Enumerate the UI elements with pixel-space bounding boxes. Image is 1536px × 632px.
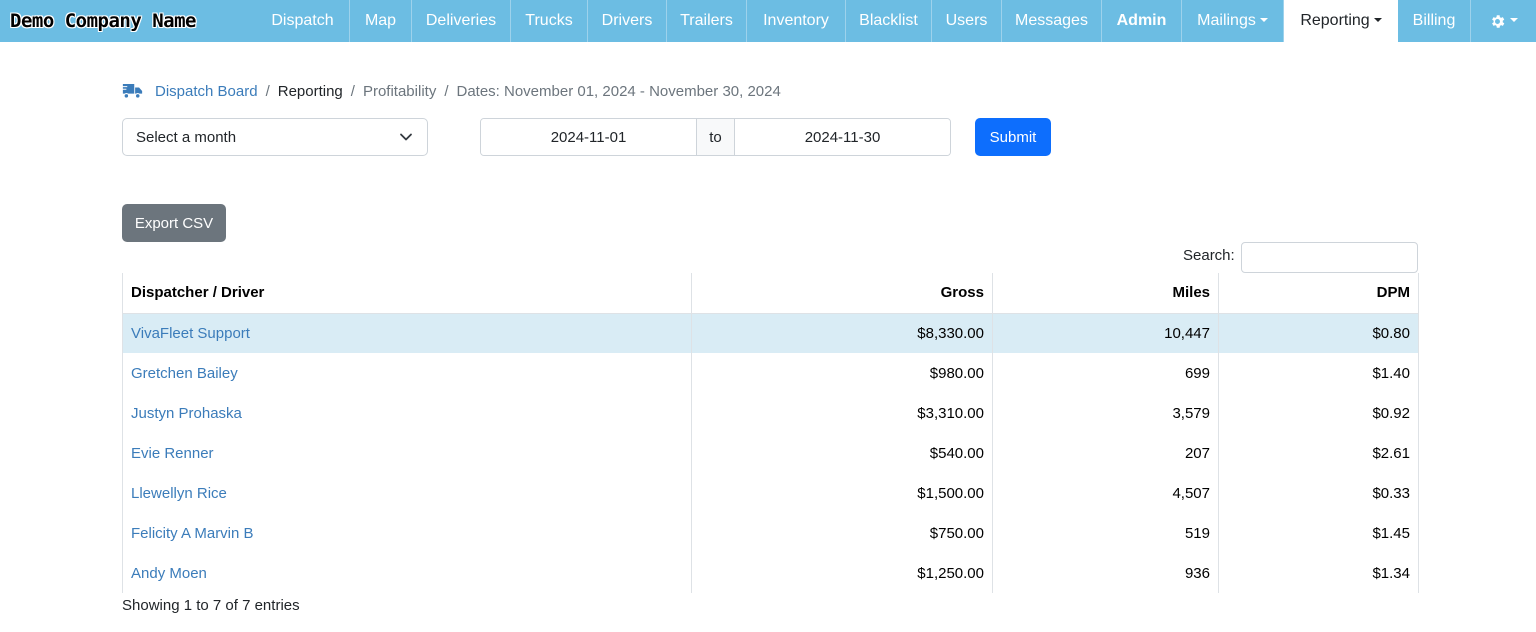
settings-dropdown[interactable] <box>1471 0 1535 42</box>
nav-map-label: Map <box>364 12 397 29</box>
profitability-table: Dispatcher / Driver Gross Miles DPM Viva… <box>122 273 1419 593</box>
driver-link[interactable]: Llewellyn Rice <box>122 473 692 513</box>
nav-drivers[interactable]: Drivers <box>588 0 667 42</box>
caret-down-icon <box>1259 18 1268 22</box>
table-row: Felicity A Marvin B $750.00 519 $1.45 <box>122 513 1419 553</box>
nav-admin-label: Admin <box>1116 12 1167 29</box>
nav-reporting-label: Reporting <box>1300 12 1370 29</box>
breadcrumb-dispatch-board-link[interactable]: Dispatch Board <box>155 83 258 100</box>
month-select-value: Select a month <box>136 128 237 146</box>
miles-cell: 519 <box>992 513 1219 553</box>
table-row: Gretchen Bailey $980.00 699 $1.40 <box>122 353 1419 393</box>
nav-users-label: Users <box>945 12 988 29</box>
column-header-dpm[interactable]: DPM <box>1218 273 1419 314</box>
nav-reporting-dropdown[interactable]: Reporting <box>1284 0 1398 42</box>
nav-trucks-label: Trucks <box>525 12 573 29</box>
chevron-down-icon <box>399 129 413 146</box>
gross-cell: $980.00 <box>691 353 993 393</box>
nav-blacklist-label: Blacklist <box>859 12 918 29</box>
dpm-cell: $2.61 <box>1218 433 1419 473</box>
end-date-input[interactable]: 2024-11-30 <box>735 119 950 155</box>
driver-link[interactable]: Gretchen Bailey <box>122 353 692 393</box>
dpm-cell: $0.80 <box>1218 313 1419 353</box>
breadcrumb-reporting: Reporting <box>277 82 343 100</box>
column-header-gross[interactable]: Gross <box>691 273 993 314</box>
nav-dispatch-label: Dispatch <box>271 12 334 29</box>
driver-link[interactable]: Andy Moen <box>122 553 692 593</box>
nav-users[interactable]: Users <box>932 0 1002 42</box>
nav-billing-label: Billing <box>1412 12 1456 29</box>
driver-link[interactable]: Felicity A Marvin B <box>122 513 692 553</box>
driver-link[interactable]: Evie Renner <box>122 433 692 473</box>
top-navbar: Demo Company Name Dispatch Map Deliverie… <box>0 0 1536 42</box>
caret-down-icon <box>1509 18 1518 22</box>
truck-icon <box>122 83 143 99</box>
miles-cell: 207 <box>992 433 1219 473</box>
column-header-dispatcher-driver[interactable]: Dispatcher / Driver <box>122 273 692 314</box>
table-row: Evie Renner $540.00 207 $2.61 <box>122 433 1419 473</box>
end-date-value: 2024-11-30 <box>804 128 881 146</box>
export-csv-button[interactable]: Export CSV <box>122 204 226 242</box>
table-row: VivaFleet Support $8,330.00 10,447 $0.80 <box>122 313 1419 353</box>
driver-link[interactable]: Justyn Prohaska <box>122 393 692 433</box>
submit-button[interactable]: Submit <box>975 118 1051 156</box>
nav-billing[interactable]: Billing <box>1398 0 1471 42</box>
miles-cell: 4,507 <box>992 473 1219 513</box>
table-row: Llewellyn Rice $1,500.00 4,507 $0.33 <box>122 473 1419 513</box>
nav-messages-label: Messages <box>1015 12 1088 29</box>
nav-deliveries[interactable]: Deliveries <box>412 0 511 42</box>
dpm-cell: $0.92 <box>1218 393 1419 433</box>
nav-mailings-dropdown[interactable]: Mailings <box>1182 0 1284 42</box>
nav-trailers-label: Trailers <box>680 12 733 29</box>
nav-trailers[interactable]: Trailers <box>667 0 747 42</box>
date-range-group: 2024-11-01 to 2024-11-30 <box>480 118 951 156</box>
breadcrumb: Dispatch Board / Reporting / Profitabili… <box>122 80 781 102</box>
gear-icon <box>1489 13 1506 30</box>
gross-cell: $540.00 <box>691 433 993 473</box>
search-input[interactable] <box>1241 242 1418 273</box>
table-row: Justyn Prohaska $3,310.00 3,579 $0.92 <box>122 393 1419 433</box>
brand-logo[interactable]: Demo Company Name <box>0 0 256 42</box>
breadcrumb-profitability: Profitability <box>362 82 437 100</box>
nav-trucks[interactable]: Trucks <box>511 0 588 42</box>
date-range-to-label: to <box>696 119 735 155</box>
nav-blacklist[interactable]: Blacklist <box>846 0 932 42</box>
nav-inventory-label: Inventory <box>763 12 829 29</box>
gross-cell: $750.00 <box>691 513 993 553</box>
nav-dispatch[interactable]: Dispatch <box>256 0 350 42</box>
driver-link[interactable]: VivaFleet Support <box>122 313 692 353</box>
nav-inventory[interactable]: Inventory <box>747 0 846 42</box>
miles-cell: 10,447 <box>992 313 1219 353</box>
nav-deliveries-label: Deliveries <box>425 12 497 29</box>
caret-down-icon <box>1373 18 1382 22</box>
miles-cell: 699 <box>992 353 1219 393</box>
month-select[interactable]: Select a month <box>122 118 428 156</box>
nav-mailings-label: Mailings <box>1197 12 1256 29</box>
start-date-value: 2024-11-01 <box>550 128 627 146</box>
nav-admin[interactable]: Admin <box>1102 0 1182 42</box>
table-row: Andy Moen $1,250.00 936 $1.34 <box>122 553 1419 593</box>
dpm-cell: $0.33 <box>1218 473 1419 513</box>
gross-cell: $3,310.00 <box>691 393 993 433</box>
miles-cell: 3,579 <box>992 393 1219 433</box>
nav-drivers-label: Drivers <box>601 12 653 29</box>
gross-cell: $1,250.00 <box>691 553 993 593</box>
column-header-miles[interactable]: Miles <box>992 273 1219 314</box>
table-header-row: Dispatcher / Driver Gross Miles DPM <box>122 273 1419 314</box>
nav-messages[interactable]: Messages <box>1002 0 1102 42</box>
gross-cell: $1,500.00 <box>691 473 993 513</box>
dpm-cell: $1.45 <box>1218 513 1419 553</box>
dpm-cell: $1.40 <box>1218 353 1419 393</box>
start-date-input[interactable]: 2024-11-01 <box>481 119 696 155</box>
dpm-cell: $1.34 <box>1218 553 1419 593</box>
gross-cell: $8,330.00 <box>691 313 993 353</box>
table-info-text: Showing 1 to 7 of 7 entries <box>122 597 300 614</box>
nav-map[interactable]: Map <box>350 0 412 42</box>
breadcrumb-dates: Dates: November 01, 2024 - November 30, … <box>456 82 781 100</box>
miles-cell: 936 <box>992 553 1219 593</box>
search-label: Search: <box>1183 247 1235 264</box>
